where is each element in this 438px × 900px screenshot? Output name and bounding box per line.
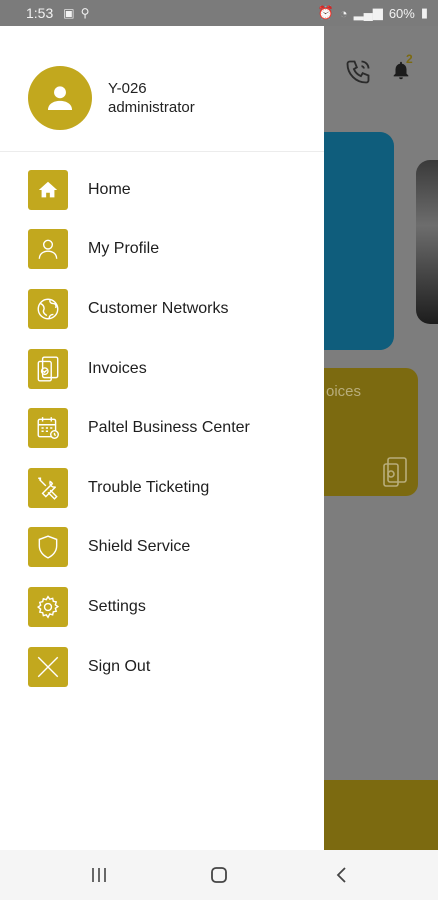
invoice-card-icon xyxy=(382,456,410,493)
background-card-text: oices xyxy=(326,383,362,400)
close-icon xyxy=(28,646,68,687)
menu-item-shield-service[interactable]: Shield Service xyxy=(0,518,324,578)
battery-percent: 60% xyxy=(388,5,415,21)
battery-icon: ▮ xyxy=(420,5,428,20)
menu-item-my-profile[interactable]: My Profile xyxy=(0,220,324,280)
calendar-icon xyxy=(28,408,68,449)
menu-item-paltel-business-center[interactable]: Paltel Business Center xyxy=(0,398,324,458)
user-id: Y-026 xyxy=(108,80,147,97)
chevron-left-icon xyxy=(336,867,346,883)
alarm-icon: ⏰ xyxy=(317,5,334,20)
usb-icon: ⚲ xyxy=(80,6,90,20)
menu-label-my-profile: My Profile xyxy=(88,240,160,258)
navigation-drawer: Y-026 administrator Home My Profile Cust… xyxy=(0,26,324,850)
recent-apps-button[interactable] xyxy=(87,864,111,886)
gallery-icon: ▣ xyxy=(63,6,75,20)
menu-item-invoices[interactable]: Invoices xyxy=(0,339,324,399)
invoice-icon xyxy=(28,348,68,389)
shield-icon xyxy=(28,527,68,568)
system-navigation-bar xyxy=(0,850,438,900)
menu-label-shield-service: Shield Service xyxy=(88,538,191,556)
user-icon xyxy=(47,86,73,111)
menu-label-settings: Settings xyxy=(88,597,146,615)
menu-item-home[interactable]: Home xyxy=(0,160,324,220)
menu-label-home: Home xyxy=(88,180,131,198)
home-icon xyxy=(28,169,68,210)
recent-apps-icon xyxy=(92,868,106,882)
drawer-header: Y-026 administrator xyxy=(0,26,324,152)
status-bar: 1:53 ▣ ⚲ ⏰ ◔ ▂▄▆ 60% ▮ xyxy=(0,0,438,26)
globe-icon xyxy=(28,288,68,329)
user-role: administrator xyxy=(108,99,195,116)
home-button[interactable] xyxy=(207,864,231,886)
status-right: ⏰ ◔ ▂▄▆ 60% ▮ xyxy=(318,5,428,21)
notification-count-badge: 2 xyxy=(406,52,413,66)
background-card-photo xyxy=(416,160,438,324)
menu-label-sign-out: Sign Out xyxy=(88,657,151,675)
wifi-icon: ◔ xyxy=(339,5,348,21)
gear-icon xyxy=(28,586,68,627)
menu-label-trouble-ticketing: Trouble Ticketing xyxy=(88,478,210,496)
menu-item-customer-networks[interactable]: Customer Networks xyxy=(0,279,324,339)
signal-icon: ▂▄▆ xyxy=(353,5,383,20)
tools-icon xyxy=(28,467,68,508)
person-icon xyxy=(28,229,68,270)
back-button[interactable] xyxy=(330,864,354,886)
phone-icon xyxy=(344,58,372,91)
menu-label-customer-networks: Customer Networks xyxy=(88,299,229,317)
menu-label-paltel-business-center: Paltel Business Center xyxy=(88,419,250,437)
menu-label-invoices: Invoices xyxy=(88,359,147,377)
avatar[interactable] xyxy=(28,66,92,130)
menu-item-settings[interactable]: Settings xyxy=(0,577,324,637)
home-circle-icon xyxy=(211,867,227,883)
menu-item-trouble-ticketing[interactable]: Trouble Ticketing xyxy=(0,458,324,518)
drawer-menu: Home My Profile Customer Networks Invoic… xyxy=(0,160,324,696)
status-time: 1:53 xyxy=(26,5,54,21)
menu-item-sign-out[interactable]: Sign Out xyxy=(0,637,324,697)
notification-bell-icon: 2 xyxy=(390,52,413,87)
